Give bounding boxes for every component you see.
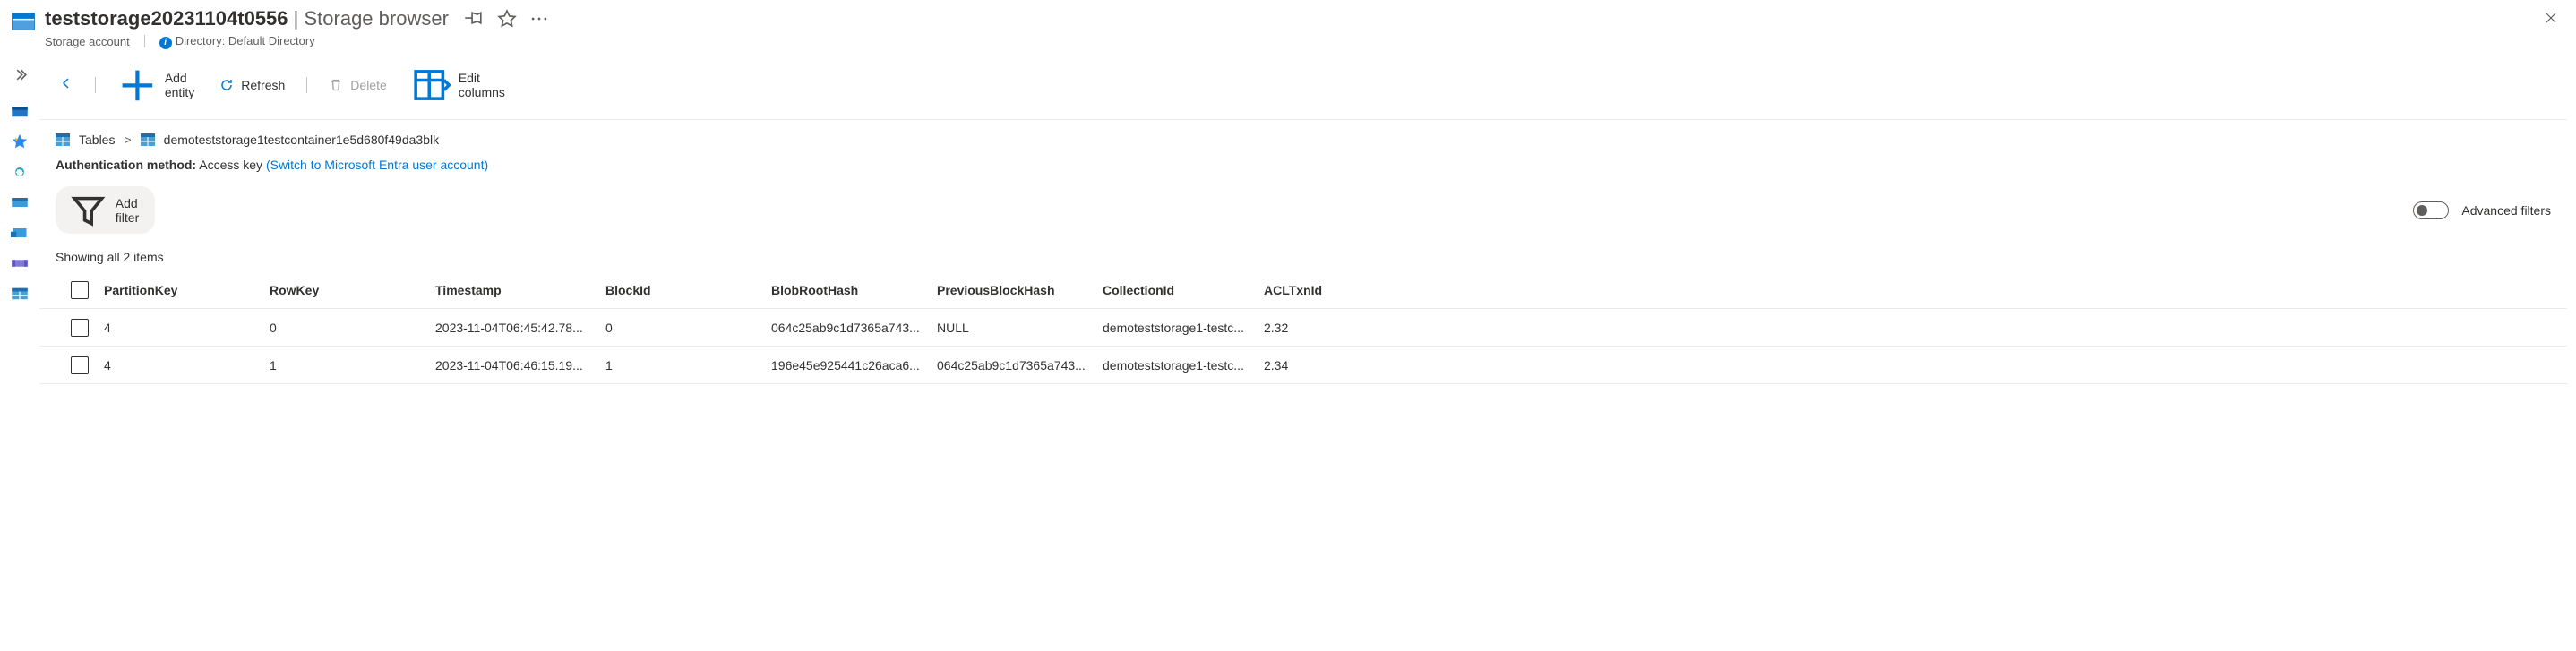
- directory-label: iDirectory: Default Directory: [159, 34, 315, 49]
- columns-icon: [412, 65, 451, 105]
- pin-icon[interactable]: [465, 9, 485, 29]
- refresh-icon: [219, 78, 234, 92]
- rail-tables-icon[interactable]: [11, 285, 29, 303]
- edit-columns-button[interactable]: Edit columns: [403, 62, 514, 108]
- col-collectionid[interactable]: CollectionId: [1103, 283, 1264, 297]
- add-entity-button[interactable]: Add entity: [108, 62, 203, 109]
- delete-icon: [329, 78, 343, 92]
- col-rowkey[interactable]: RowKey: [270, 283, 435, 297]
- rail-favorite-icon[interactable]: [11, 133, 29, 150]
- advanced-filters-toggle[interactable]: [2413, 201, 2449, 219]
- page-title: teststorage20231104t0556 | Storage brows…: [45, 7, 449, 30]
- close-icon[interactable]: [2544, 11, 2558, 30]
- select-all-checkbox[interactable]: [71, 281, 89, 299]
- main-content: Add entity Refresh Delete Edit columns T…: [39, 58, 2576, 385]
- back-icon[interactable]: [56, 74, 82, 95]
- data-grid: PartitionKey RowKey Timestamp BlockId Bl…: [39, 271, 2567, 384]
- col-timestamp[interactable]: Timestamp: [435, 283, 605, 297]
- rail-fileshares-icon[interactable]: [11, 224, 29, 242]
- item-count: Showing all 2 items: [39, 234, 2567, 271]
- rail-queues-icon[interactable]: [11, 254, 29, 272]
- rail-storage-icon[interactable]: [11, 102, 29, 120]
- favorite-icon[interactable]: [497, 9, 517, 29]
- nav-rail: [0, 58, 39, 385]
- rail-containers-icon[interactable]: [11, 193, 29, 211]
- breadcrumb-current[interactable]: demoteststorage1testcontainer1e5d680f49d…: [164, 133, 439, 147]
- col-blockid[interactable]: BlockId: [605, 283, 771, 297]
- advanced-filters-label: Advanced filters: [2461, 203, 2551, 218]
- delete-button: Delete: [320, 74, 395, 96]
- switch-auth-link[interactable]: (Switch to Microsoft Entra user account): [266, 158, 488, 172]
- tables-icon: [56, 133, 70, 146]
- plus-icon: [117, 65, 158, 106]
- info-icon: i: [159, 37, 172, 49]
- filter-icon: [70, 192, 107, 228]
- page-header: teststorage20231104t0556 | Storage brows…: [0, 0, 2576, 58]
- add-filter-button[interactable]: Add filter: [56, 186, 155, 234]
- expand-rail-icon[interactable]: [13, 64, 28, 90]
- authentication-method: Authentication method: Access key (Switc…: [39, 147, 2567, 172]
- table-row[interactable]: 4 0 2023-11-04T06:45:42.78... 0 064c25ab…: [39, 309, 2567, 347]
- refresh-button[interactable]: Refresh: [210, 74, 294, 96]
- resource-type-label: Storage account: [45, 35, 130, 48]
- rail-settings-icon[interactable]: [11, 163, 29, 181]
- breadcrumb: Tables > demoteststorage1testcontainer1e…: [39, 120, 2567, 147]
- col-partitionkey[interactable]: PartitionKey: [104, 283, 270, 297]
- col-previousblockhash[interactable]: PreviousBlockHash: [937, 283, 1103, 297]
- table-icon: [141, 133, 155, 146]
- command-bar: Add entity Refresh Delete Edit columns: [39, 58, 2567, 121]
- chevron-right-icon: >: [124, 133, 131, 147]
- table-row[interactable]: 4 1 2023-11-04T06:46:15.19... 1 196e45e9…: [39, 347, 2567, 384]
- row-checkbox[interactable]: [71, 356, 89, 374]
- row-checkbox[interactable]: [71, 319, 89, 337]
- storage-account-icon: [11, 9, 36, 34]
- col-acltxnid[interactable]: ACLTxnId: [1264, 283, 1362, 297]
- more-icon[interactable]: [529, 9, 549, 29]
- breadcrumb-root[interactable]: Tables: [79, 133, 115, 147]
- col-blobroothash[interactable]: BlobRootHash: [771, 283, 937, 297]
- grid-header-row: PartitionKey RowKey Timestamp BlockId Bl…: [39, 271, 2567, 309]
